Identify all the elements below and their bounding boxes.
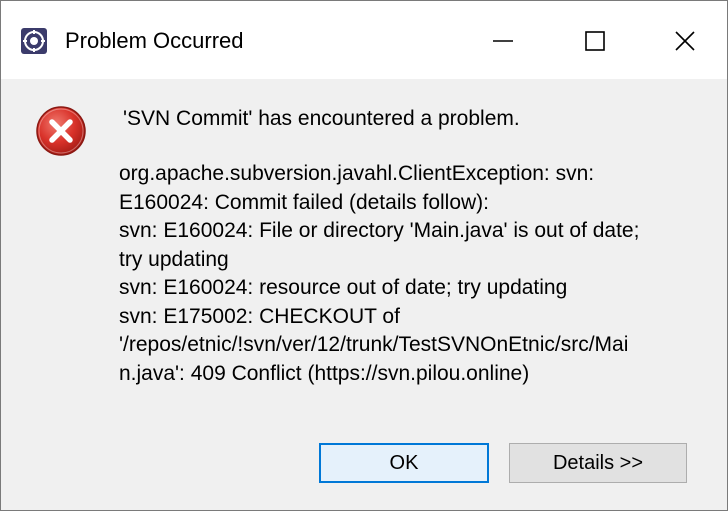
minimize-icon: [493, 40, 513, 42]
details-button[interactable]: Details >>: [509, 443, 687, 483]
error-headline: 'SVN Commit' has encountered a problem.: [123, 107, 520, 130]
message-line: svn: E175002: CHECKOUT of: [119, 304, 400, 328]
message-line: svn: E160024: File or directory 'Main.ja…: [119, 219, 640, 242]
message-line: '/repos/etnic/!svn/ver/12/trunk/TestSVNO…: [119, 333, 629, 356]
maximize-icon: [585, 31, 605, 51]
error-message: org.apache.subversion.javahl.ClientExcep…: [119, 160, 714, 388]
error-icon: [36, 106, 86, 156]
message-line: svn: E160024: resource out of date; try …: [119, 276, 568, 299]
message-line: n.java': 409 Conflict (https://svn.pilou…: [119, 361, 530, 385]
message-line: E160024: Commit failed (details follow):: [119, 190, 490, 214]
problem-dialog-window: Problem Occurred 'SVN Commit' has encoun…: [0, 0, 728, 511]
message-line: try updating: [119, 247, 229, 271]
minimize-button[interactable]: [475, 15, 531, 67]
ok-button[interactable]: OK: [319, 443, 489, 483]
title-bar[interactable]: Problem Occurred: [1, 1, 727, 79]
close-icon: [675, 31, 695, 51]
eclipse-icon: [21, 28, 47, 54]
maximize-button[interactable]: [567, 15, 623, 67]
dialog-content: 'SVN Commit' has encountered a problem. …: [1, 79, 727, 510]
message-line: org.apache.subversion.javahl.ClientExcep…: [119, 162, 595, 185]
close-button[interactable]: [657, 15, 713, 67]
window-title: Problem Occurred: [65, 28, 244, 53]
